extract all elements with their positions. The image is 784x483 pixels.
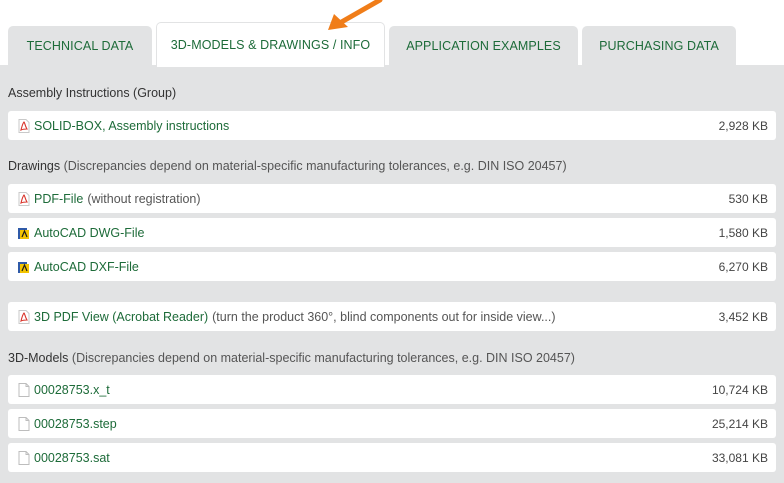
tab-purchasing-data[interactable]: PURCHASING DATA	[582, 26, 736, 65]
file-link[interactable]: 00028753.step	[34, 417, 117, 431]
pdf-icon	[17, 118, 31, 133]
file-link[interactable]: SOLID-BOX, Assembly instructions	[34, 119, 229, 133]
section-note: (Discrepancies depend on material-specif…	[71, 351, 575, 365]
file-description: (without registration)	[87, 191, 201, 206]
file-link[interactable]: 00028753.x_t	[34, 383, 110, 397]
file-row-assembly-instructions[interactable]: SOLID-BOX, Assembly instructions 2,928 K…	[8, 111, 776, 140]
section-heading: Assembly Instructions (Group)	[8, 86, 177, 100]
file-size: 33,081 KB	[711, 450, 768, 465]
section-title-3d-models: 3D-Models (Discrepancies depend on mater…	[8, 351, 575, 365]
file-row-3d-pdf[interactable]: 3D PDF View (Acrobat Reader) (turn the p…	[8, 302, 776, 331]
file-row-sat[interactable]: 00028753.sat 33,081 KB	[8, 443, 776, 472]
file-description: (turn the product 360°, blind components…	[212, 309, 556, 324]
file-size: 6,270 KB	[718, 259, 768, 274]
autocad-icon	[17, 260, 31, 274]
file-size: 3,452 KB	[718, 309, 768, 324]
pdf-icon	[17, 309, 31, 324]
file-link[interactable]: 3D PDF View (Acrobat Reader)	[34, 310, 208, 324]
file-row-dxf[interactable]: AutoCAD DXF-File 6,270 KB	[8, 252, 776, 281]
section-title-assembly: Assembly Instructions (Group)	[8, 86, 176, 100]
file-row-dwg[interactable]: AutoCAD DWG-File 1,580 KB	[8, 218, 776, 247]
file-icon	[17, 450, 31, 465]
pointer-arrow-icon	[328, 0, 383, 30]
autocad-icon	[17, 226, 31, 240]
tab-technical-data[interactable]: TECHNICAL DATA	[8, 26, 152, 65]
file-link[interactable]: 00028753.sat	[34, 451, 110, 465]
file-size: 2,928 KB	[718, 118, 768, 133]
file-size: 10,724 KB	[711, 382, 768, 397]
file-icon	[17, 382, 31, 397]
file-row-x-t[interactable]: 00028753.x_t 10,724 KB	[8, 375, 776, 404]
tab-bar: TECHNICAL DATA 3D-MODELS & DRAWINGS / IN…	[0, 0, 784, 67]
file-link[interactable]: AutoCAD DXF-File	[34, 260, 139, 274]
file-link[interactable]: PDF-File	[34, 192, 83, 206]
pdf-icon	[17, 191, 31, 206]
file-size: 1,580 KB	[718, 225, 768, 240]
tab-application-examples[interactable]: APPLICATION EXAMPLES	[389, 26, 578, 65]
file-icon	[17, 416, 31, 431]
section-title-drawings: Drawings (Discrepancies depend on materi…	[8, 159, 567, 173]
file-size: 25,214 KB	[711, 416, 768, 431]
file-row-step[interactable]: 00028753.step 25,214 KB	[8, 409, 776, 438]
section-heading: Drawings	[8, 159, 61, 173]
file-size: 530 KB	[728, 191, 768, 206]
section-note: (Discrepancies depend on material-specif…	[63, 159, 567, 173]
file-row-pdf[interactable]: PDF-File (without registration) 530 KB	[8, 184, 776, 213]
file-link[interactable]: AutoCAD DWG-File	[34, 226, 144, 240]
section-heading: 3D-Models	[8, 351, 69, 365]
